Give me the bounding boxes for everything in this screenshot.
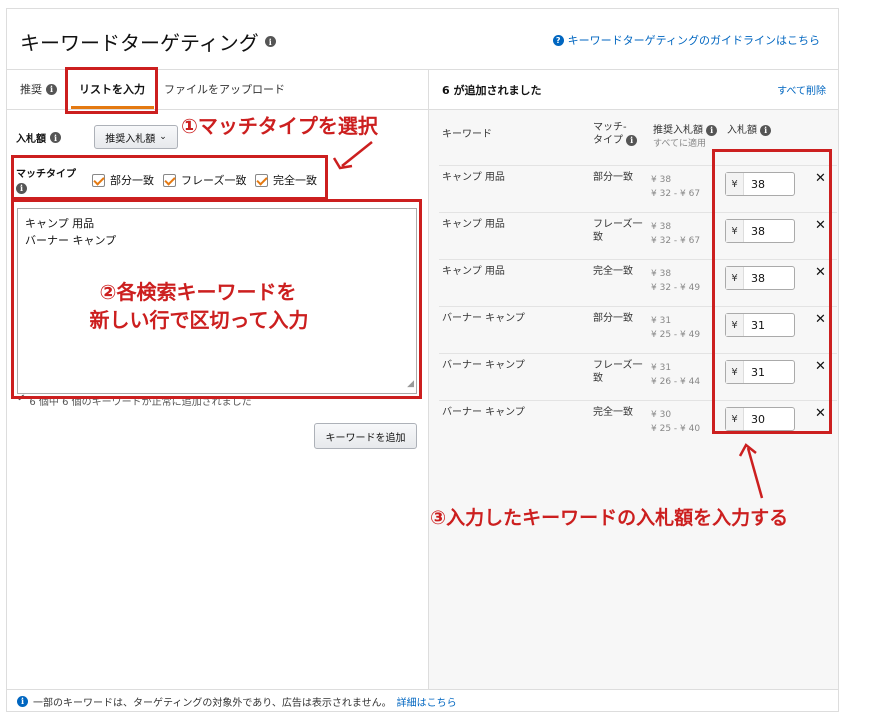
keyword-cell: キャンプ 用品 [442,172,505,183]
suggested-bid-cell: ¥ 31 ¥ 26 - ¥ 44 [651,361,700,389]
card-header: キーワードターゲティング i ? キーワードターゲティングのガイドラインはこちら [7,9,838,70]
tab-upload-file[interactable]: ファイルをアップロード [164,81,285,97]
annotation-step2-line1: ②各検索キーワードを [99,280,297,304]
info-icon: i [17,695,28,707]
col-bid: 入札額 i [727,124,772,137]
suggested-bid-range: ¥ 32 - ¥ 49 [651,283,701,293]
help-icon: ? [552,34,564,46]
info-icon[interactable]: i [46,83,57,95]
match-type-text: フレーズ一 [593,360,643,371]
match-type-cell: 部分一致 [593,171,633,184]
apply-all-link[interactable]: すべてに適用 [653,139,706,149]
suggested-bid-value: ¥ 30 [651,410,672,420]
match-type-text-cont: 致 [593,232,603,243]
suggested-bid-cell: ¥ 38 ¥ 32 - ¥ 67 [651,220,700,248]
bid-label: 入札額 i [16,130,61,145]
keyword-cell: バーナー キャンプ [442,360,525,371]
suggested-bid-cell: ¥ 38 ¥ 32 - ¥ 67 [651,173,700,201]
added-header: 6 が追加されました すべて削除 [429,70,838,110]
keyword-cell: キャンプ 用品 [442,266,505,277]
suggested-bid-range: ¥ 26 - ¥ 44 [651,377,701,387]
footer-notice: i 一部のキーワードは、ターゲティングの対象外であり、広告は表示されません。 詳… [7,689,838,712]
bid-label-text: 入札額 [16,134,46,145]
annotation-step1: ①マッチタイプを選択 [181,114,378,138]
footer-text: 一部のキーワードは、ターゲティングの対象外であり、広告は表示されません。 [33,697,392,709]
info-icon[interactable]: i [626,134,638,146]
info-icon[interactable]: i [50,132,61,143]
annotation-box-match-type [11,155,328,200]
match-type-text: 完全一致 [593,407,633,418]
added-count: 6 が追加されました [442,84,542,97]
col-bid-label: 入札額 [727,125,757,136]
col-match-type-line1: マッチ- [593,122,627,133]
match-type-text: 完全一致 [593,266,633,277]
info-icon[interactable]: i [706,124,718,136]
tab-suggested[interactable]: 推奨 i [20,81,57,97]
suggested-bid-range: ¥ 25 - ¥ 40 [651,424,701,434]
tab-upload-file-label[interactable]: ファイルをアップロード [164,81,285,97]
match-type-cell: フレーズ一致 [593,359,643,385]
suggested-bid-cell: ¥ 38 ¥ 32 - ¥ 49 [651,267,700,295]
suggested-bid-value: ¥ 38 [651,222,672,232]
keyword-cell: キャンプ 用品 [442,219,505,230]
match-type-cell: 完全一致 [593,265,633,278]
match-type-cell: 完全一致 [593,406,633,419]
suggested-bid-cell: ¥ 31 ¥ 25 - ¥ 49 [651,314,700,342]
col-suggested-bid: 推奨入札額 i すべてに適用 [653,124,718,151]
guideline-link[interactable]: ? キーワードターゲティングのガイドラインはこちら [552,32,820,48]
col-suggested-bid-label: 推奨入札額 [653,125,703,136]
annotation-box-tab [65,67,158,114]
suggested-bid-value: ¥ 31 [651,316,672,326]
match-type-text-cont: 致 [593,373,603,384]
col-match-type: マッチ- タイプ i [593,121,638,147]
suggested-bid-range: ¥ 32 - ¥ 67 [651,189,701,199]
match-type-text: 部分一致 [593,313,633,324]
chevron-down-icon: ⌄ [159,132,167,142]
info-icon[interactable]: i [264,36,276,47]
arrow-icon [332,141,373,170]
guideline-link-text[interactable]: キーワードターゲティングのガイドラインはこちら [568,32,820,48]
suggested-bid-range: ¥ 32 - ¥ 67 [651,236,701,246]
match-type-cell: フレーズ一致 [593,218,643,244]
tab-suggested-label[interactable]: 推奨 [20,81,42,97]
suggested-bid-value: ¥ 38 [651,269,672,279]
col-keyword: キーワード [442,129,492,140]
bid-type-select-value[interactable]: 推奨入札額 [105,130,155,145]
suggested-bid-value: ¥ 31 [651,363,672,373]
add-keywords-button[interactable]: キーワードを追加 [314,423,417,449]
suggested-bid-value: ¥ 38 [651,175,672,185]
page-title: キーワードターゲティング i [20,27,276,56]
title-text: キーワードターゲティング [20,31,259,55]
info-icon[interactable]: i [760,124,772,136]
keyword-cell: バーナー キャンプ [442,313,525,324]
match-type-text: 部分一致 [593,172,633,183]
details-link[interactable]: 詳細はこちら [397,694,457,709]
match-type-text: フレーズ一 [593,219,643,230]
arrow-icon [738,443,764,499]
add-keywords-button-label[interactable]: キーワードを追加 [326,429,406,444]
col-match-type-line2: タイプ [593,135,623,146]
annotation-step2-line2: 新しい行で区切って入力 [89,308,309,332]
match-type-cell: 部分一致 [593,312,633,325]
suggested-bid-cell: ¥ 30 ¥ 25 - ¥ 40 [651,408,700,436]
bid-type-select[interactable]: 推奨入札額 ⌄ [94,125,178,149]
suggested-bid-range: ¥ 25 - ¥ 49 [651,330,701,340]
annotation-box-bids [712,149,832,434]
remove-all-link[interactable]: すべて削除 [777,82,826,97]
annotation-step3: ③入力したキーワードの入札額を入力する [430,507,789,529]
keyword-cell: バーナー キャンプ [442,407,525,418]
